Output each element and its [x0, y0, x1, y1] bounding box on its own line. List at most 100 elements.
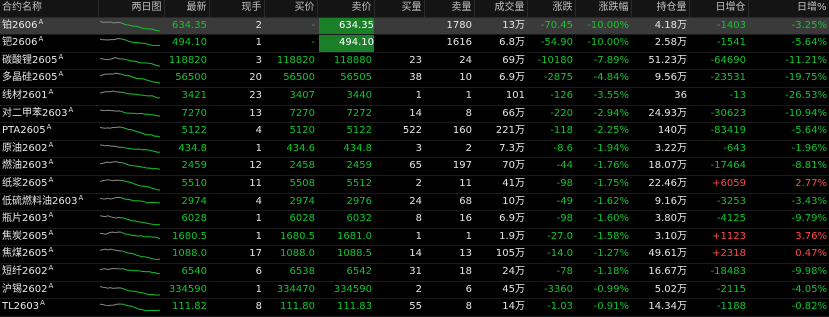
oi-change: -1188: [716, 301, 746, 313]
current-lot: 1: [255, 37, 262, 49]
current-lot: 11: [249, 177, 262, 189]
last-price: 118820: [168, 54, 207, 66]
table-row[interactable]: 铂2606A 634.35 2-634.35 1780 13万 -70.45 -10.00%…: [0, 17, 829, 35]
contract-name: 纸浆2605A: [2, 175, 54, 189]
column-header-6[interactable]: 买量: [374, 0, 425, 18]
open-interest: 2.58万: [654, 37, 687, 49]
volume: 1.9万: [499, 230, 525, 242]
table-row[interactable]: 钯2606A 494.10 1-494.10 1616 6.8万 -54.90 -10.00…: [0, 35, 829, 53]
column-header-10[interactable]: 涨跌幅: [575, 0, 632, 18]
current-lot: 2: [255, 19, 262, 31]
change: -70.45: [540, 19, 573, 31]
table-row[interactable]: 纸浆2605A 5510 11 5508 5512 2 11 41万 -98 -1.75% 22.4…: [0, 175, 829, 194]
ask-price: 5512: [346, 177, 372, 189]
ask-price: 634.35: [317, 17, 374, 35]
volume: 69万: [502, 54, 525, 66]
table-row[interactable]: 短纤2602A 6540 6 6538 6542 31 18 24万 -78 -1.18% 16.6…: [0, 263, 829, 281]
column-header-12[interactable]: 日增仓: [689, 0, 749, 18]
column-header-13[interactable]: 日增%: [748, 0, 829, 18]
bid-volume: 38: [409, 72, 422, 84]
column-header-5[interactable]: 卖价: [317, 0, 375, 18]
bid-volume: 55: [409, 301, 422, 313]
column-header-2[interactable]: 最新: [164, 0, 210, 18]
change-percent: -0.99%: [593, 283, 629, 295]
open-interest: 3.80万: [654, 213, 687, 225]
current-lot: 1: [255, 213, 262, 225]
ask-price: 111.83: [337, 301, 372, 313]
oi-change: +1123: [712, 230, 746, 242]
column-header-4[interactable]: 买价: [264, 0, 318, 18]
table-row[interactable]: 焦炭2605A 1680.5 1 1680.5 1681.0 1 1 1.9万 -27.0 -1.…: [0, 228, 829, 246]
ask-volume: 8: [465, 301, 472, 313]
column-header-11[interactable]: 持仓量: [631, 0, 690, 18]
change-percent: -0.91%: [593, 301, 629, 313]
change-percent: -1.94%: [593, 142, 629, 154]
bid-price: 56500: [283, 72, 315, 84]
volume: 66万: [502, 107, 525, 119]
oi-change-percent: -5.64%: [791, 37, 827, 49]
oi-change: -643: [723, 142, 746, 154]
last-price: 1088.0: [172, 248, 207, 260]
ask-volume: 6: [465, 283, 472, 295]
open-interest: 24.93万: [648, 107, 687, 119]
change-percent: -7.89%: [593, 54, 629, 66]
column-header-3[interactable]: 现手: [209, 0, 265, 18]
table-row[interactable]: PTA2605A 5122 4 5120 5122 522 160 221万 -118 -2.25…: [0, 123, 829, 141]
two-day-chart: [98, 87, 164, 105]
bid-volume: 1: [415, 230, 422, 242]
contract-name: 短纤2602A: [2, 263, 54, 277]
column-header-7[interactable]: 卖量: [424, 0, 475, 18]
volume: 221万: [495, 125, 525, 137]
bid-volume: 14: [409, 248, 422, 260]
contract-name: PTA2605A: [2, 123, 52, 137]
ask-price: 5122: [346, 125, 372, 137]
last-price: 3421: [181, 89, 207, 101]
open-interest: 51.23万: [648, 54, 687, 66]
table-row[interactable]: 沪锡2602A 334590 1 334470 334590 2 6 45万 -3360 -0.9…: [0, 281, 829, 299]
ask-price: 7272: [346, 107, 372, 119]
ask-price: 3440: [346, 89, 372, 101]
oi-change-percent: 0.47%: [795, 248, 827, 260]
oi-change: -1541: [716, 37, 746, 49]
limit-badge: 634.35: [319, 17, 374, 35]
bid-price: 6538: [289, 265, 315, 277]
ask-volume: 8: [465, 107, 472, 119]
contract-name: 对二甲苯2603A: [2, 105, 74, 119]
ask-volume: 11: [459, 177, 472, 189]
table-row[interactable]: 多晶硅2605A 56500 20 56500 56505 38 10 6.9万 -2875 -4…: [0, 70, 829, 88]
bid-volume: 2: [415, 283, 422, 295]
last-price: 2459: [181, 160, 207, 172]
table-row[interactable]: 焦煤2605A 1088.0 17 1088.0 1088.5 14 13 105万 -14.0…: [0, 246, 829, 264]
table-row[interactable]: 瓶片2603A 6028 1 6028 6032 8 16 6.9万 -98 -1.60% 3.80…: [0, 211, 829, 229]
table-row[interactable]: 原油2602A 434.8 1 434.6 434.8 3 2 7.3万 -8.6 -1.94% 3…: [0, 140, 829, 158]
oi-change-percent: -11.21%: [785, 54, 827, 66]
bid-price: 3407: [289, 89, 315, 101]
column-header-0[interactable]: 合约名称: [0, 0, 99, 18]
table-row[interactable]: TL2603A 111.82 8 111.80 111.83 55 8 14万 -1.03 -0.…: [0, 299, 829, 317]
table-row[interactable]: 对二甲苯2603A 7270 13 7270 7272 14 8 66万 -220 -2.94% 2…: [0, 105, 829, 123]
bid-volume: 31: [409, 265, 422, 277]
two-day-chart: [98, 105, 164, 123]
volume: 10万: [502, 195, 525, 207]
table-row[interactable]: 线材2601A 3421 23 3407 3440 1 1 101 -126 -3.55% 36 -1…: [0, 87, 829, 106]
bid-price: 5508: [289, 177, 315, 189]
column-header-8[interactable]: 成交量: [474, 0, 528, 18]
table-row[interactable]: 碳酸锂2605A 118820 3 118820 118880 23 24 69万 -10180…: [0, 52, 829, 70]
column-header-9[interactable]: 涨跌: [527, 0, 576, 18]
change-percent: -1.58%: [593, 230, 629, 242]
volume: 6.9万: [499, 213, 525, 225]
open-interest: 3.22万: [654, 142, 687, 154]
column-header-1[interactable]: 两日图: [98, 0, 165, 18]
oi-change-percent: -9.79%: [791, 213, 827, 225]
two-day-chart: [98, 35, 164, 53]
current-lot: 12: [249, 160, 262, 172]
oi-change-percent: -10.94%: [785, 107, 827, 119]
last-price: 434.8: [178, 142, 207, 154]
table-row[interactable]: 低硫燃料油2603A 2974 4 2974 2976 24 68 10万 -49 -1.62% 9…: [0, 193, 829, 211]
current-lot: 1: [255, 283, 262, 295]
bid-price: 434.6: [286, 142, 315, 154]
table-row[interactable]: 燃油2603A 2459 12 2458 2459 65 197 70万 -44 -1.76% 18…: [0, 158, 829, 176]
two-day-chart: [98, 263, 164, 281]
change-percent: -3.55%: [593, 89, 629, 101]
oi-change: -83419: [710, 125, 746, 137]
